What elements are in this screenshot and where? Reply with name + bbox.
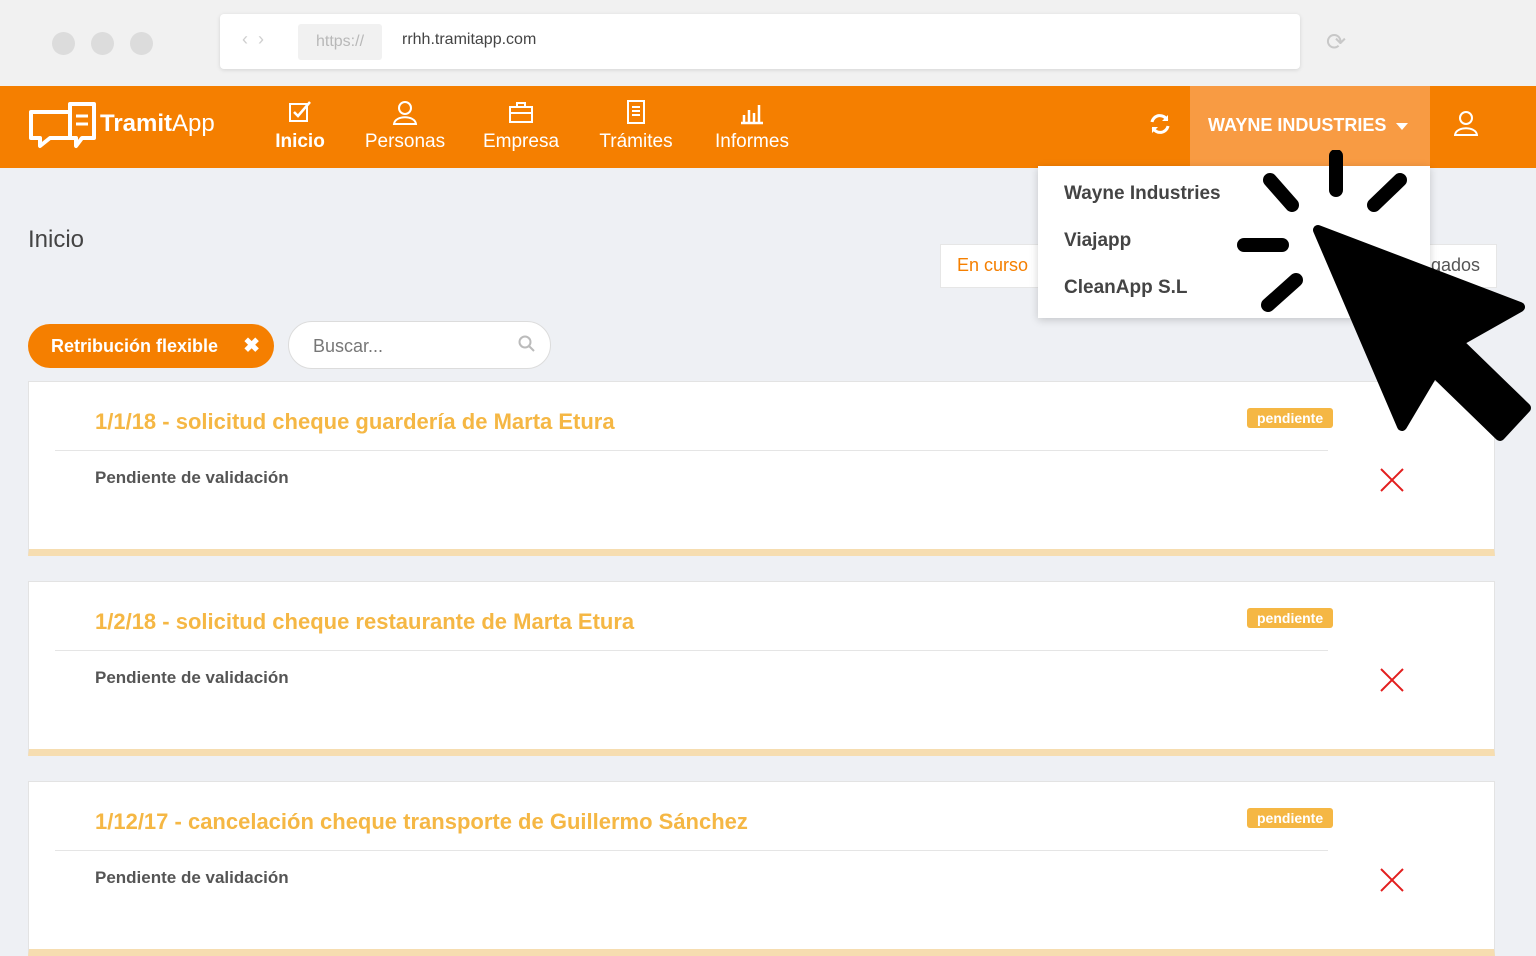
person-icon <box>392 101 418 125</box>
chevron-down-icon <box>1396 122 1409 130</box>
card-status: Pendiente de validación <box>95 468 289 487</box>
status-badge: pendiente <box>1247 608 1334 628</box>
logo-icon[interactable] <box>28 98 100 156</box>
nav-informes[interactable]: Informes <box>710 86 794 168</box>
close-icon[interactable]: ✖ <box>243 324 260 368</box>
request-card[interactable]: 1/12/17 - cancelación cheque transporte … <box>28 781 1495 956</box>
filter-chip[interactable]: Retribución flexible ✖ <box>28 324 274 368</box>
search-icon[interactable] <box>518 335 536 353</box>
divider <box>55 450 1328 451</box>
delete-icon[interactable] <box>1379 467 1405 493</box>
checkbox-icon <box>289 101 311 122</box>
card-title[interactable]: 1/12/17 - cancelación cheque transporte … <box>95 809 748 835</box>
browser-chrome: ‹› https:// rrhh.tramitapp.com ⟳ <box>0 0 1536 86</box>
nav-label: Trámites <box>599 131 673 152</box>
back-forward-icon[interactable]: ‹› <box>242 29 274 50</box>
delete-icon[interactable] <box>1379 667 1405 693</box>
company-option[interactable]: CleanApp S.L <box>1064 277 1188 299</box>
request-card[interactable]: 1/2/18 - solicitud cheque restaurante de… <box>28 581 1495 756</box>
url-protocol: https:// <box>298 24 382 60</box>
search-input[interactable] <box>311 333 505 359</box>
sync-icon[interactable] <box>1148 112 1172 136</box>
bar-chart-icon <box>741 105 763 125</box>
company-option[interactable]: Viajapp <box>1064 230 1131 252</box>
document-icon <box>627 100 645 124</box>
nav-personas[interactable]: Personas <box>362 86 448 168</box>
window-maximize-dot[interactable] <box>130 32 153 55</box>
company-name: WAYNE INDUSTRIES <box>1208 115 1387 135</box>
nav-label: Inicio <box>275 131 325 152</box>
filter-chip-label: Retribución flexible <box>51 336 219 356</box>
search-box[interactable] <box>288 321 551 369</box>
nav-label: Informes <box>715 131 789 152</box>
address-bar[interactable]: ‹› https:// rrhh.tramitapp.com <box>220 14 1300 69</box>
url-text[interactable]: rrhh.tramitapp.com <box>402 31 536 49</box>
nav-tramites[interactable]: Trámites <box>596 86 676 168</box>
nav-label: Personas <box>364 131 446 152</box>
window-minimize-dot[interactable] <box>91 32 114 55</box>
company-option[interactable]: Wayne Industries <box>1064 183 1221 205</box>
window-close-dot[interactable] <box>52 32 75 55</box>
card-title[interactable]: 1/1/18 - solicitud cheque guardería de M… <box>95 409 615 435</box>
nav-label: Empresa <box>482 131 560 152</box>
brand-name: TramitApp <box>100 110 215 137</box>
nav-empresa[interactable]: Empresa <box>481 86 561 168</box>
card-status: Pendiente de validación <box>95 668 289 687</box>
status-badge: pendiente <box>1247 808 1334 828</box>
briefcase-icon <box>509 102 533 123</box>
reload-icon[interactable]: ⟳ <box>1326 28 1346 57</box>
card-status: Pendiente de validación <box>95 868 289 887</box>
divider <box>55 850 1328 851</box>
page-title: Inicio <box>28 226 85 253</box>
tab-en-curso[interactable]: En curso <box>957 255 1028 276</box>
nav-inicio[interactable]: Inicio <box>272 86 328 168</box>
delete-icon[interactable] <box>1379 867 1405 893</box>
card-title[interactable]: 1/2/18 - solicitud cheque restaurante de… <box>95 609 634 635</box>
divider <box>55 650 1328 651</box>
user-icon[interactable] <box>1454 110 1478 136</box>
pointer-cursor-icon <box>1237 150 1531 441</box>
